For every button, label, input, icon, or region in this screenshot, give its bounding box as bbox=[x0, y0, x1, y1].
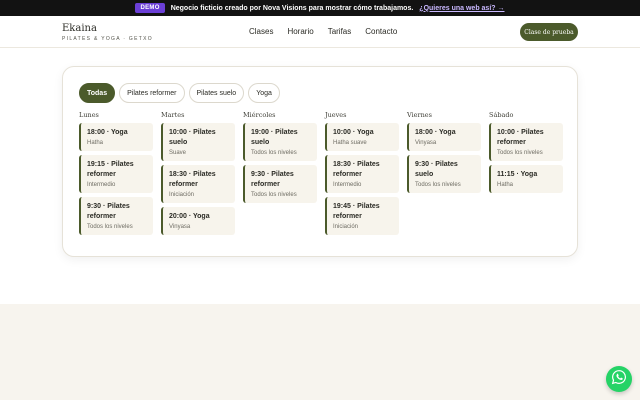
session-title: 20:00 · Yoga bbox=[169, 213, 210, 220]
session-level: Iniciación bbox=[333, 224, 359, 230]
session-title: 9:30 · Pilates reformer bbox=[87, 203, 130, 220]
session-title: 9:30 · Pilates reformer bbox=[251, 171, 294, 188]
session-level: Vinyasa bbox=[415, 140, 437, 146]
session-title: 19:00 · Pilates suelo bbox=[251, 129, 298, 146]
session-title: 10:00 · Pilates suelo bbox=[169, 129, 216, 146]
session-card: 9:30 · Pilates reformer Todos los nivele… bbox=[243, 165, 317, 203]
session-card: 18:00 · Yoga Vinyasa bbox=[407, 123, 481, 151]
brand-name: Ekaina bbox=[62, 23, 97, 34]
day-column-sabado: Sábado 10:00 · Pilates reformer Todos lo… bbox=[489, 111, 563, 239]
session-card: 18:30 · Pilates reformer Intermedio bbox=[325, 155, 399, 193]
session-title: 11:15 · Yoga bbox=[497, 171, 538, 178]
session-level: Intermedio bbox=[333, 182, 362, 188]
session-card: 10:00 · Yoga Hatha suave bbox=[325, 123, 399, 151]
session-title: 19:45 · Pilates reformer bbox=[333, 203, 380, 220]
trial-class-button[interactable]: Clase de prueba bbox=[520, 23, 578, 41]
demo-cta-link[interactable]: ¿Quieres una web así? → bbox=[419, 5, 504, 12]
site-header: Ekaina PILATES & YOGA · GETXO Clases Hor… bbox=[0, 16, 640, 48]
session-level: Suave bbox=[169, 150, 187, 156]
demo-banner-text: Negocio ficticio creado por Nova Visions… bbox=[170, 4, 414, 12]
session-level: Vinyasa bbox=[169, 224, 191, 230]
session-card: 20:00 · Yoga Vinyasa bbox=[161, 207, 235, 235]
session-level: Todos los niveles bbox=[415, 182, 461, 188]
session-title: 19:15 · Pilates reformer bbox=[87, 161, 134, 178]
day-title: Jueves bbox=[325, 111, 347, 119]
day-title: Viernes bbox=[407, 111, 432, 119]
session-card: 10:00 · Pilates suelo Suave bbox=[161, 123, 235, 161]
schedule-card: Todas Pilates reformer Pilates suelo Yog… bbox=[62, 66, 578, 257]
session-level: Todos los niveles bbox=[497, 150, 543, 156]
session-card: 19:00 · Pilates suelo Todos los niveles bbox=[243, 123, 317, 161]
whatsapp-button[interactable] bbox=[606, 366, 632, 392]
day-title: Sábado bbox=[489, 111, 514, 119]
session-card: 10:00 · Pilates reformer Todos los nivel… bbox=[489, 123, 563, 161]
demo-badge: DEMO bbox=[135, 3, 165, 13]
day-column-jueves: Jueves 10:00 · Yoga Hatha suave 18:30 · … bbox=[325, 111, 399, 239]
main-nav: Clases Horario Tarifas Contacto bbox=[249, 27, 411, 36]
session-title: 10:00 · Yoga bbox=[333, 129, 374, 136]
session-title: 9:30 · Pilates suelo bbox=[415, 161, 458, 178]
filter-yoga[interactable]: Yoga bbox=[248, 83, 280, 103]
session-title: 18:30 · Pilates reformer bbox=[333, 161, 380, 178]
whatsapp-icon bbox=[611, 369, 627, 390]
class-filters: Todas Pilates reformer Pilates suelo Yog… bbox=[79, 83, 280, 103]
day-column-lunes: Lunes 18:00 · Yoga Hatha 19:15 · Pilates… bbox=[79, 111, 153, 239]
day-title: Lunes bbox=[79, 111, 99, 119]
session-level: Iniciación bbox=[169, 192, 195, 198]
day-column-martes: Martes 10:00 · Pilates suelo Suave 18:30… bbox=[161, 111, 235, 239]
day-title: Martes bbox=[161, 111, 185, 119]
brand-tagline: PILATES & YOGA · GETXO bbox=[62, 36, 153, 42]
session-level: Todos los niveles bbox=[87, 224, 133, 230]
nav-link-tarifas[interactable]: Tarifas bbox=[328, 27, 352, 36]
session-card: 18:30 · Pilates reformer Iniciación bbox=[161, 165, 235, 203]
session-title: 10:00 · Pilates reformer bbox=[497, 129, 544, 146]
day-column-viernes: Viernes 18:00 · Yoga Vinyasa 9:30 · Pila… bbox=[407, 111, 481, 239]
session-card: 11:15 · Yoga Hatha bbox=[489, 165, 563, 193]
session-card: 19:15 · Pilates reformer Intermedio bbox=[79, 155, 153, 193]
day-column-miercoles: Miércoles 19:00 · Pilates suelo Todos lo… bbox=[243, 111, 317, 239]
session-level: Todos los niveles bbox=[251, 150, 297, 156]
session-level: Todos los niveles bbox=[251, 192, 297, 198]
session-card: 9:30 · Pilates reformer Todos los nivele… bbox=[79, 197, 153, 235]
session-level: Intermedio bbox=[87, 182, 116, 188]
filter-pilates-reformer[interactable]: Pilates reformer bbox=[119, 83, 185, 103]
nav-link-horario[interactable]: Horario bbox=[287, 27, 313, 36]
session-card: 18:00 · Yoga Hatha bbox=[79, 123, 153, 151]
session-level: Hatha bbox=[497, 182, 514, 188]
session-card: 9:30 · Pilates suelo Todos los niveles bbox=[407, 155, 481, 193]
filter-pilates-suelo[interactable]: Pilates suelo bbox=[188, 83, 245, 103]
session-title: 18:00 · Yoga bbox=[415, 129, 456, 136]
demo-banner: DEMO Negocio ficticio creado por Nova Vi… bbox=[0, 0, 640, 16]
filter-todas[interactable]: Todas bbox=[79, 83, 116, 103]
weekly-schedule: Lunes 18:00 · Yoga Hatha 19:15 · Pilates… bbox=[79, 111, 563, 239]
session-title: 18:30 · Pilates reformer bbox=[169, 171, 216, 188]
session-level: Hatha suave bbox=[333, 140, 367, 146]
session-level: Hatha bbox=[87, 140, 104, 146]
day-title: Miércoles bbox=[243, 111, 276, 119]
nav-link-clases[interactable]: Clases bbox=[249, 27, 273, 36]
session-title: 18:00 · Yoga bbox=[87, 129, 128, 136]
session-card: 19:45 · Pilates reformer Iniciación bbox=[325, 197, 399, 235]
nav-link-contacto[interactable]: Contacto bbox=[365, 27, 397, 36]
brand-logo[interactable]: Ekaina PILATES & YOGA · GETXO bbox=[62, 23, 153, 43]
